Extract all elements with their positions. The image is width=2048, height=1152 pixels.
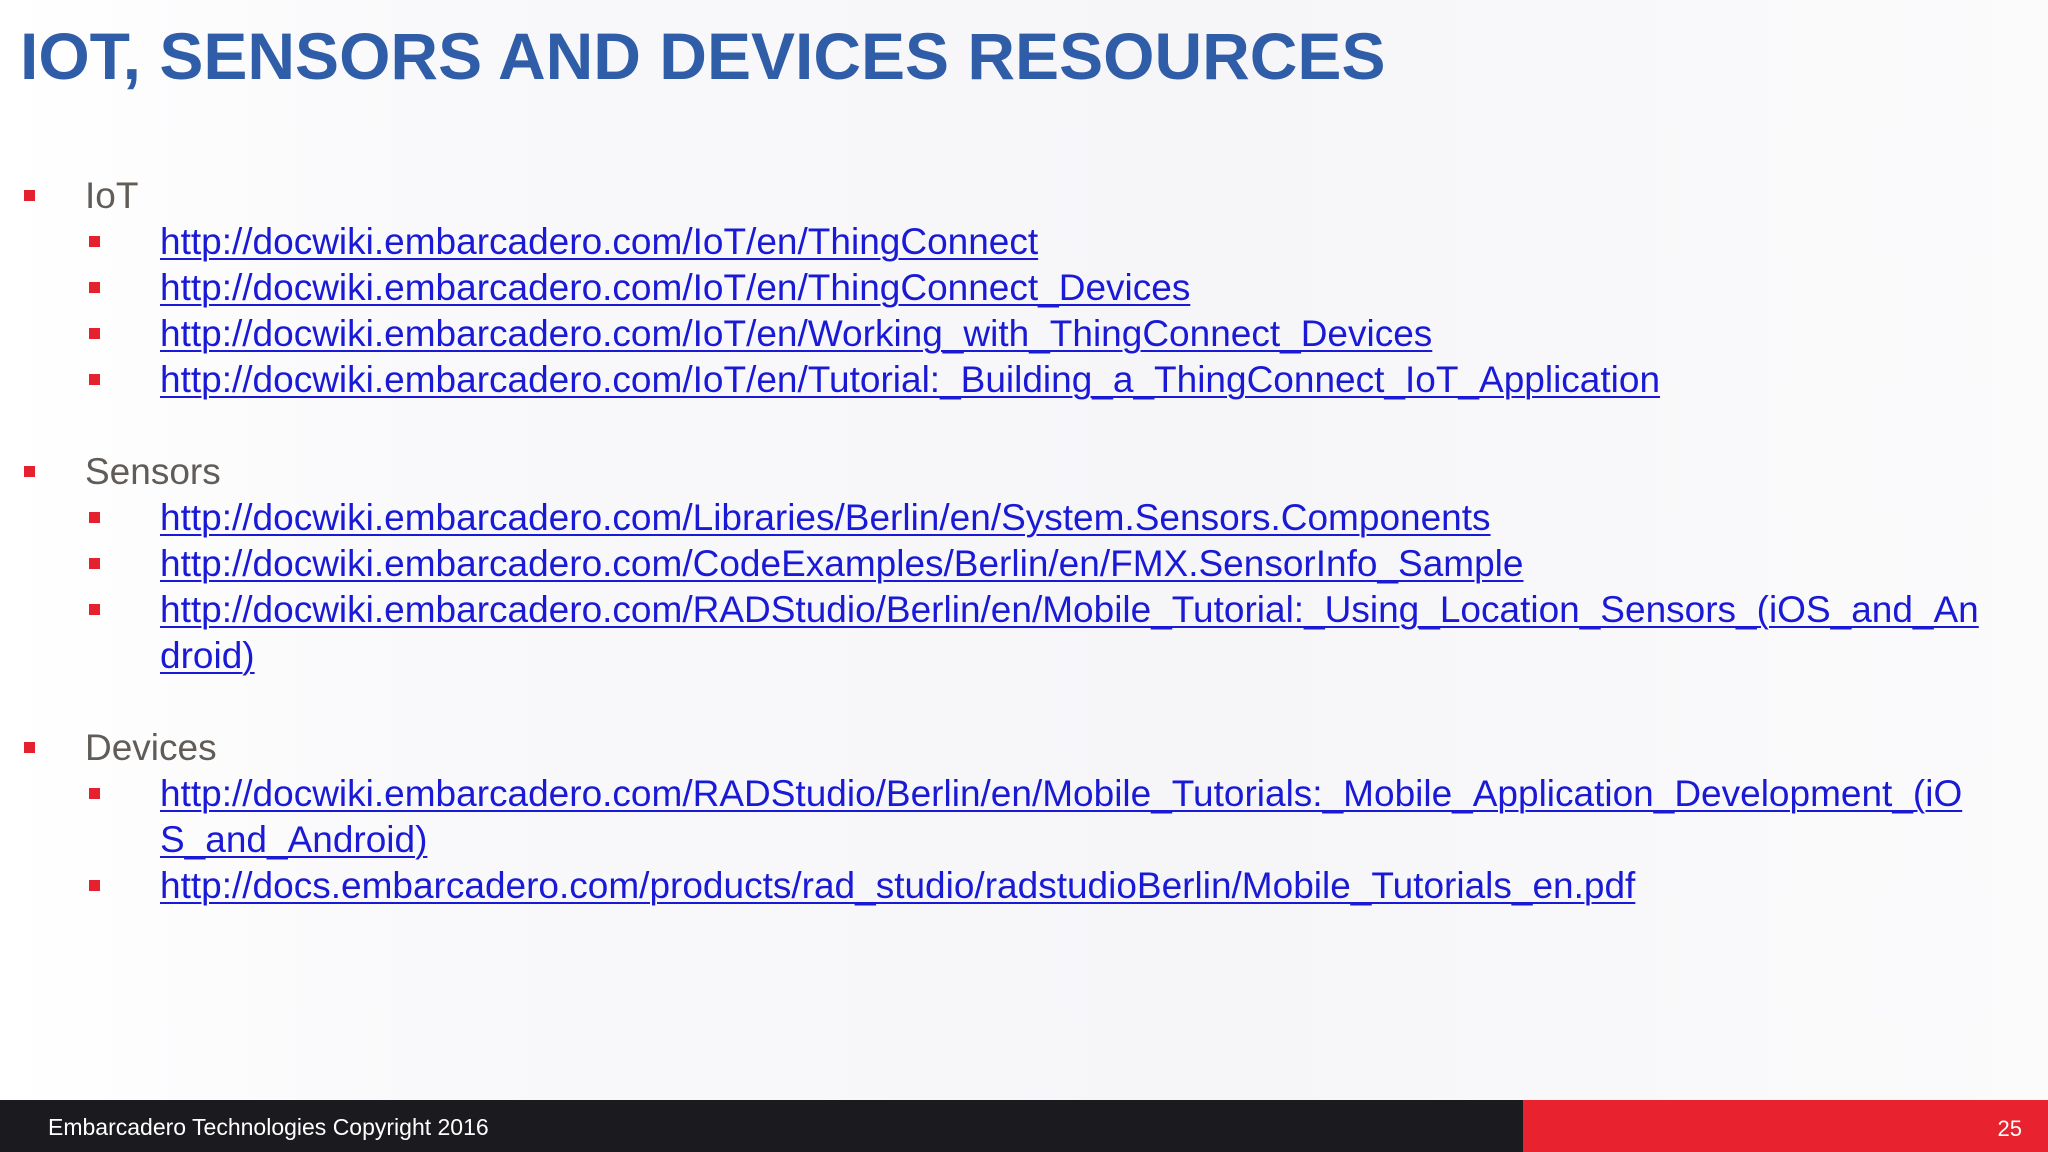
bullet-square-icon	[24, 190, 35, 201]
section-heading-sensors: Sensors	[0, 449, 2048, 495]
list-item: http://docwiki.embarcadero.com/CodeExamp…	[0, 541, 2048, 587]
bullet-square-icon	[89, 604, 100, 615]
list-item: http://docwiki.embarcadero.com/RADStudio…	[0, 587, 2048, 679]
list-item: http://docwiki.embarcadero.com/IoT/en/Th…	[0, 219, 2048, 265]
section-heading-devices: Devices	[0, 725, 2048, 771]
resource-link[interactable]: http://docwiki.embarcadero.com/Libraries…	[160, 495, 1980, 541]
resource-link[interactable]: http://docwiki.embarcadero.com/IoT/en/Wo…	[160, 311, 1980, 357]
section-heading-label: Sensors	[85, 451, 221, 492]
resource-link[interactable]: http://docwiki.embarcadero.com/IoT/en/Th…	[160, 265, 1980, 311]
resource-link[interactable]: http://docs.embarcadero.com/products/rad…	[160, 863, 1980, 909]
bullet-square-icon	[89, 512, 100, 523]
bullet-square-icon	[89, 328, 100, 339]
bullet-square-icon	[89, 880, 100, 891]
bullet-square-icon	[89, 558, 100, 569]
section-sensors: Sensors http://docwiki.embarcadero.com/L…	[0, 449, 2048, 679]
list-item: http://docwiki.embarcadero.com/Libraries…	[0, 495, 2048, 541]
slide-content: IoT http://docwiki.embarcadero.com/IoT/e…	[0, 173, 2048, 955]
bullet-square-icon	[24, 466, 35, 477]
page-number: 25	[1997, 1116, 2022, 1141]
slide-title: IOT, SENSORS AND DEVICES RESOURCES	[20, 19, 1386, 93]
list-item: http://docwiki.embarcadero.com/IoT/en/Th…	[0, 265, 2048, 311]
footer-dark-band: Embarcadero Technologies Copyright 2016	[0, 1100, 1523, 1152]
section-heading-label: IoT	[85, 175, 139, 216]
section-heading-label: Devices	[85, 727, 217, 768]
bullet-square-icon	[24, 742, 35, 753]
list-item: http://docwiki.embarcadero.com/RADStudio…	[0, 771, 2048, 863]
section-iot: IoT http://docwiki.embarcadero.com/IoT/e…	[0, 173, 2048, 403]
bullet-square-icon	[89, 788, 100, 799]
section-heading-iot: IoT	[0, 173, 2048, 219]
resource-link[interactable]: http://docwiki.embarcadero.com/IoT/en/Tu…	[160, 357, 1980, 403]
bullet-square-icon	[89, 236, 100, 247]
copyright-text: Embarcadero Technologies Copyright 2016	[48, 1114, 489, 1140]
resource-link[interactable]: http://docwiki.embarcadero.com/RADStudio…	[160, 587, 1980, 679]
slide-footer: Embarcadero Technologies Copyright 2016 …	[0, 1100, 2048, 1152]
resource-link[interactable]: http://docwiki.embarcadero.com/RADStudio…	[160, 771, 1980, 863]
bullet-square-icon	[89, 282, 100, 293]
bullet-square-icon	[89, 374, 100, 385]
footer-accent-band: 25	[1523, 1100, 2048, 1152]
list-item: http://docs.embarcadero.com/products/rad…	[0, 863, 2048, 909]
section-devices: Devices http://docwiki.embarcadero.com/R…	[0, 725, 2048, 909]
resource-link[interactable]: http://docwiki.embarcadero.com/IoT/en/Th…	[160, 219, 1980, 265]
list-item: http://docwiki.embarcadero.com/IoT/en/Wo…	[0, 311, 2048, 357]
resource-link[interactable]: http://docwiki.embarcadero.com/CodeExamp…	[160, 541, 1980, 587]
list-item: http://docwiki.embarcadero.com/IoT/en/Tu…	[0, 357, 2048, 403]
